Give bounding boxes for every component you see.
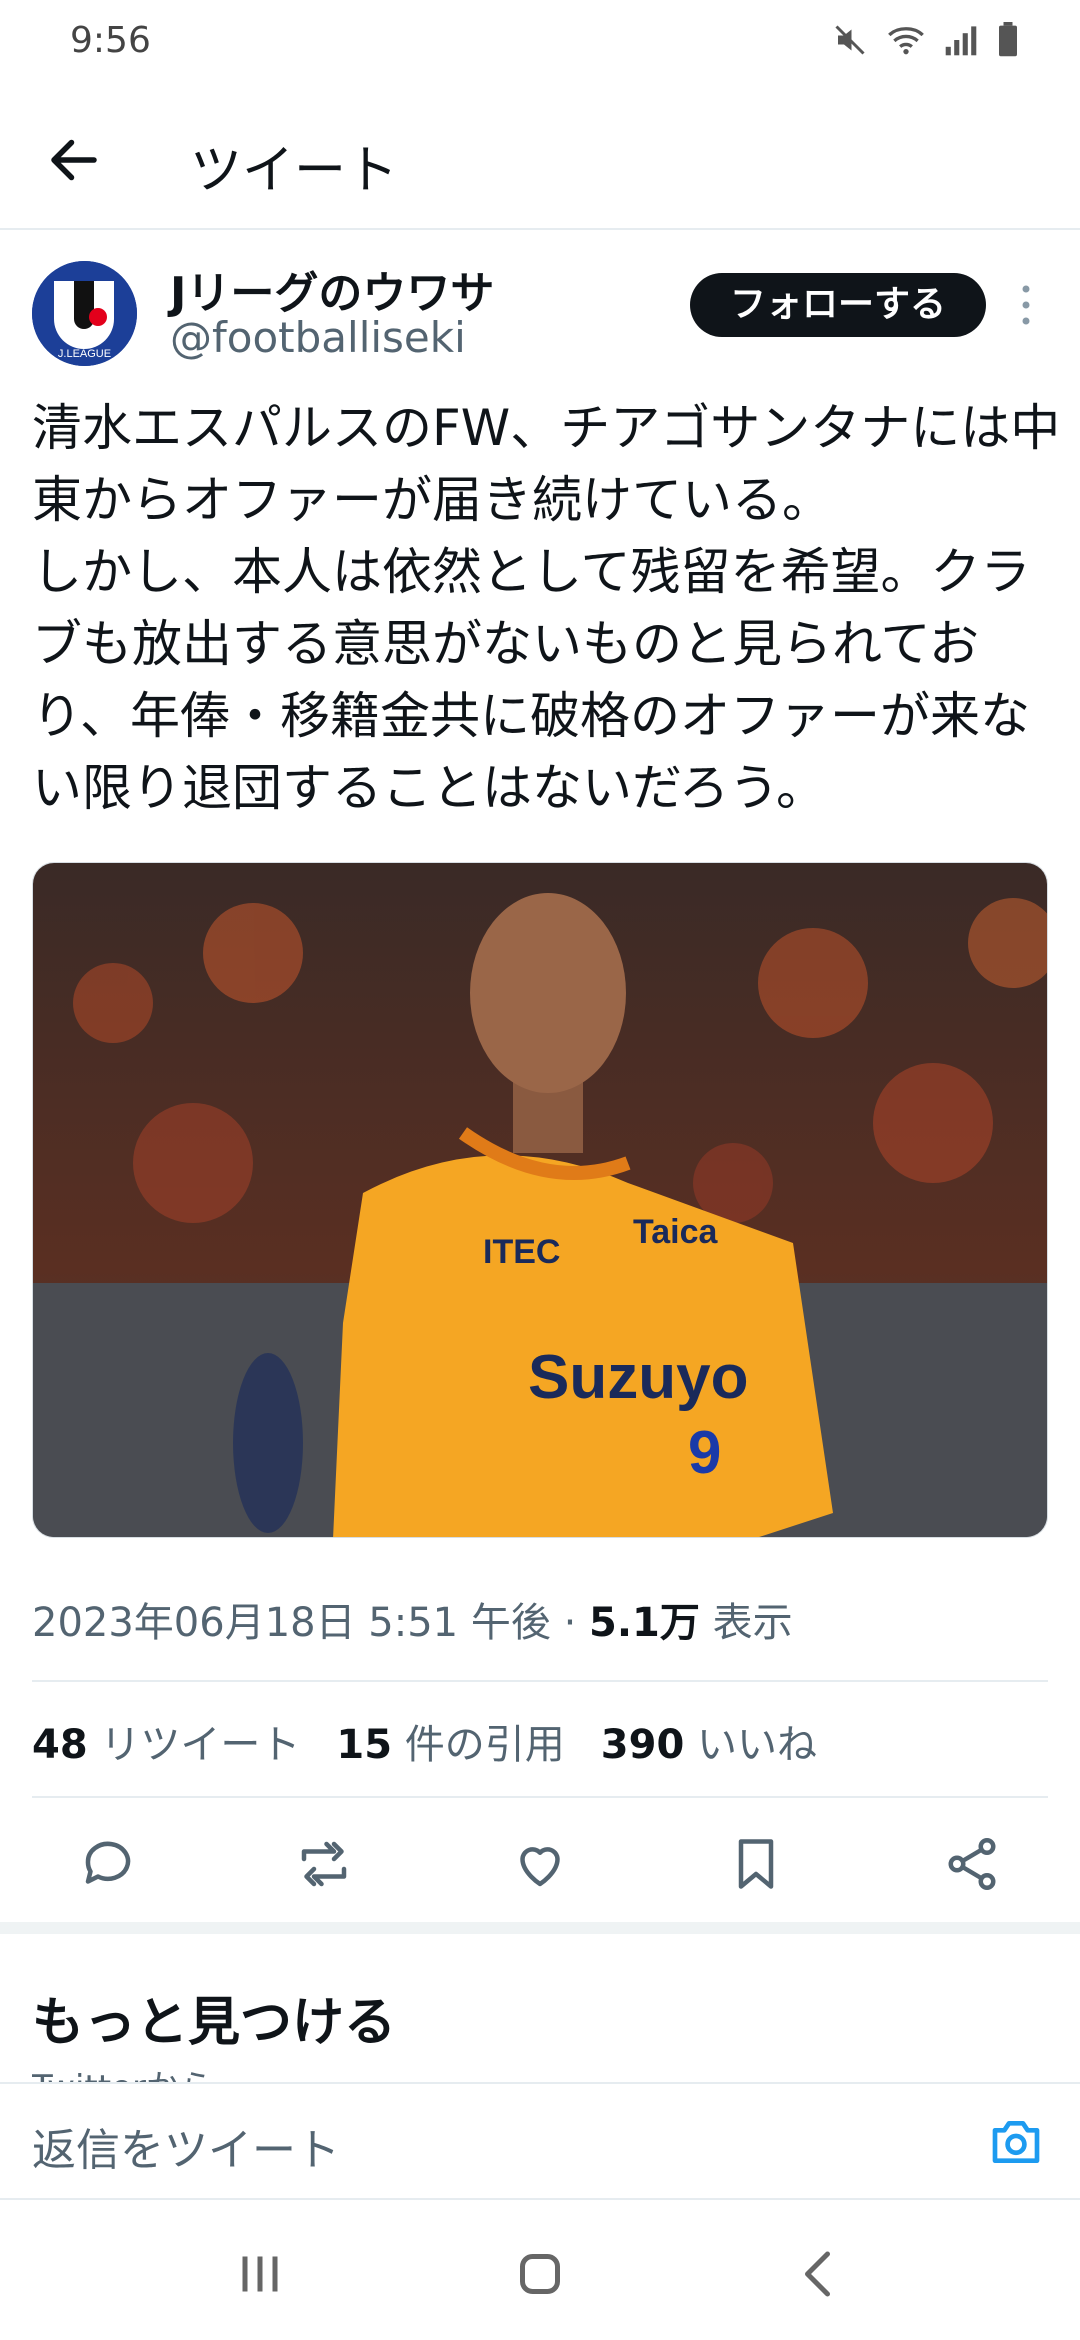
tweet-actions xyxy=(0,1820,1080,1910)
sponsor-suzuyo: Suzuyo xyxy=(528,1343,748,1412)
reply-bar: 返信をツイート xyxy=(0,2082,1080,2200)
quotes-stat[interactable]: 15 件の引用 xyxy=(336,1712,564,1770)
section-divider xyxy=(0,1922,1080,1934)
author-name[interactable]: Jリーグのウワサ xyxy=(170,257,494,321)
system-nav-bar xyxy=(0,2200,1080,2340)
retweets-stat[interactable]: 48 リツイート xyxy=(32,1712,300,1770)
top-app-bar: ツイート xyxy=(0,110,1080,230)
page-title: ツイート xyxy=(190,141,399,201)
status-bar: 9:56 xyxy=(0,0,1080,84)
divider xyxy=(32,1796,1048,1798)
back-nav-icon[interactable] xyxy=(790,2244,850,2304)
battery-icon xyxy=(996,22,1020,62)
sponsor-itec: ITEC xyxy=(483,1233,560,1271)
status-icons xyxy=(832,22,1020,62)
views-label: 表示 xyxy=(712,1600,793,1646)
bookmark-icon[interactable] xyxy=(726,1834,786,1894)
discover-subtitle: Twitterから xyxy=(32,2060,214,2082)
tweet-text: 清水エスパルスのFW、チアゴサンタナには中東からオファーが届き続けている。 しか… xyxy=(32,399,1061,817)
signal-icon xyxy=(944,22,978,62)
jersey-number: 9 xyxy=(688,1419,721,1486)
discover-title: もっと見つける xyxy=(32,1993,397,2053)
tweet-meta: 2023年06月18日 5:51 午後 · 5.1万 表示 xyxy=(32,1590,793,1648)
timestamp: 2023年06月18日 5:51 午後 xyxy=(32,1600,551,1646)
tweet-image[interactable]: ITEC Taica Suzuyo 9 xyxy=(32,862,1048,1538)
recents-icon[interactable] xyxy=(230,2244,290,2304)
reply-icon[interactable] xyxy=(78,1834,138,1894)
views-count: 5.1万 xyxy=(589,1600,700,1646)
reply-input[interactable]: 返信をツイート xyxy=(32,2114,340,2178)
separator: · xyxy=(563,1600,577,1646)
likes-stat[interactable]: 390 いいね xyxy=(601,1712,817,1770)
follow-button[interactable]: フォローする xyxy=(690,273,986,337)
wifi-icon xyxy=(886,22,926,62)
author-handle[interactable]: @footballiseki xyxy=(170,313,466,362)
mute-icon xyxy=(832,22,868,62)
back-arrow-icon[interactable] xyxy=(44,130,104,190)
home-icon[interactable] xyxy=(510,2244,570,2304)
camera-icon[interactable] xyxy=(988,2114,1044,2170)
divider xyxy=(32,1680,1048,1682)
tweet-stats: 48 リツイート 15 件の引用 390 いいね xyxy=(32,1712,817,1770)
sponsor-taica: Taica xyxy=(633,1213,719,1251)
tweet-author: J.LEAGUE Jリーグのウワサ @footballiseki フォローする xyxy=(0,255,1080,375)
share-icon[interactable] xyxy=(942,1834,1002,1894)
avatar[interactable]: J.LEAGUE xyxy=(32,261,137,366)
avatar-text: J.LEAGUE xyxy=(58,348,111,360)
status-time: 9:56 xyxy=(70,20,151,61)
retweet-icon[interactable] xyxy=(294,1834,354,1894)
more-options-icon[interactable] xyxy=(1018,283,1034,327)
like-icon[interactable] xyxy=(510,1834,570,1894)
